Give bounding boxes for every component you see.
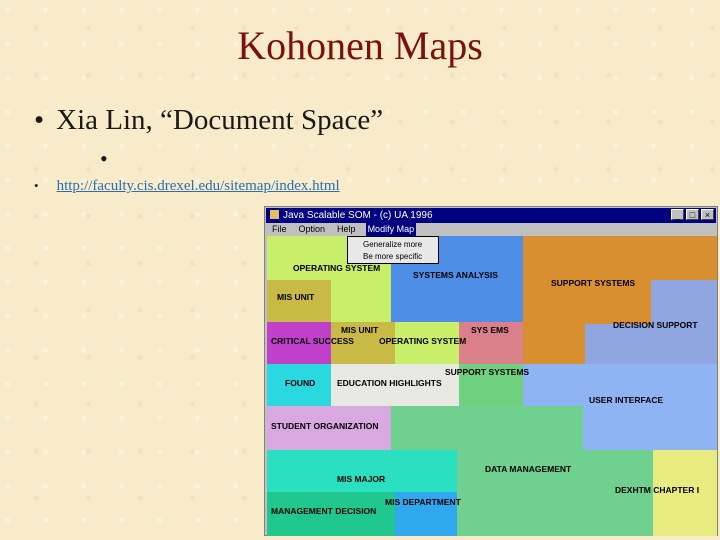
- menu-bar: File Option Help Modify Map: [266, 223, 716, 236]
- slide-title: Kohonen Maps: [237, 23, 483, 68]
- window-titlebar[interactable]: Java Scalable SOM - (c) UA 1996 _ □ ×: [266, 208, 716, 223]
- map-label: DATA MANAGEMENT: [485, 464, 572, 474]
- bullet-dot: •: [34, 104, 45, 136]
- map-label: SYS EMS: [471, 325, 509, 335]
- maximize-button[interactable]: □: [686, 209, 699, 220]
- map-label: MANAGEMENT DECISION: [271, 506, 377, 516]
- map-label: SYSTEMS ANALYSIS: [413, 270, 498, 280]
- minimize-button[interactable]: _: [671, 209, 684, 220]
- map-label: EDUCATION HIGHLIGHTS: [337, 378, 442, 388]
- map-label: STUDENT ORGANIZATION: [271, 421, 379, 431]
- map-label: USER INTERFACE: [589, 395, 664, 405]
- menu-option[interactable]: Option: [297, 223, 328, 236]
- window-title: Java Scalable SOM - (c) UA 1996: [283, 210, 433, 221]
- map-label: DECISION SUPPORT: [613, 320, 698, 330]
- sub-bullet-dot: •: [100, 146, 108, 171]
- map-label: SUPPORT SYSTEMS: [445, 367, 530, 377]
- close-button[interactable]: ×: [701, 209, 714, 220]
- map-label: OPERATING SYSTEM: [293, 263, 381, 273]
- menu-item-generalize[interactable]: Generalize more: [348, 239, 438, 251]
- bullet-dot: •: [34, 178, 39, 193]
- bullet-link: • http://faculty.cis.drexel.edu/sitemap/i…: [34, 178, 340, 195]
- menu-modify-map[interactable]: Modify Map: [365, 223, 417, 236]
- region-data-management-top[interactable]: [391, 406, 583, 450]
- map-label: SUPPORT SYSTEMS: [551, 278, 636, 288]
- map-label: CRITICAL SUCCESS: [271, 336, 354, 346]
- region-decision-support[interactable]: [585, 324, 717, 364]
- menu-item-specific[interactable]: Be more specific: [348, 251, 438, 263]
- map-label: FOUND: [285, 378, 316, 388]
- menu-file[interactable]: File: [270, 223, 289, 236]
- modify-map-dropdown: Generalize more Be more specific: [347, 236, 439, 264]
- map-label: DEXHTM CHAPTER I: [615, 485, 700, 495]
- map-label: MIS MAJOR: [337, 474, 386, 484]
- map-label: MIS UNIT: [341, 325, 379, 335]
- sitemap-link[interactable]: http://faculty.cis.drexel.edu/sitemap/in…: [57, 178, 340, 194]
- som-map: OPERATING SYSTEM SYSTEMS ANALYSIS SUPPOR…: [267, 236, 717, 536]
- bullet-main-text: Xia Lin, “Document Space”: [56, 104, 384, 136]
- java-app-icon: [270, 210, 279, 219]
- bullet-main: • Xia Lin, “Document Space”: [34, 104, 383, 137]
- map-label: MIS DEPARTMENT: [385, 497, 461, 507]
- map-label: OPERATING SYSTEM: [379, 336, 467, 346]
- region-decision-support-top[interactable]: [651, 280, 717, 324]
- som-window: Java Scalable SOM - (c) UA 1996 _ □ × Fi…: [264, 206, 718, 536]
- map-label: MIS UNIT: [277, 292, 315, 302]
- menu-help[interactable]: Help: [335, 223, 358, 236]
